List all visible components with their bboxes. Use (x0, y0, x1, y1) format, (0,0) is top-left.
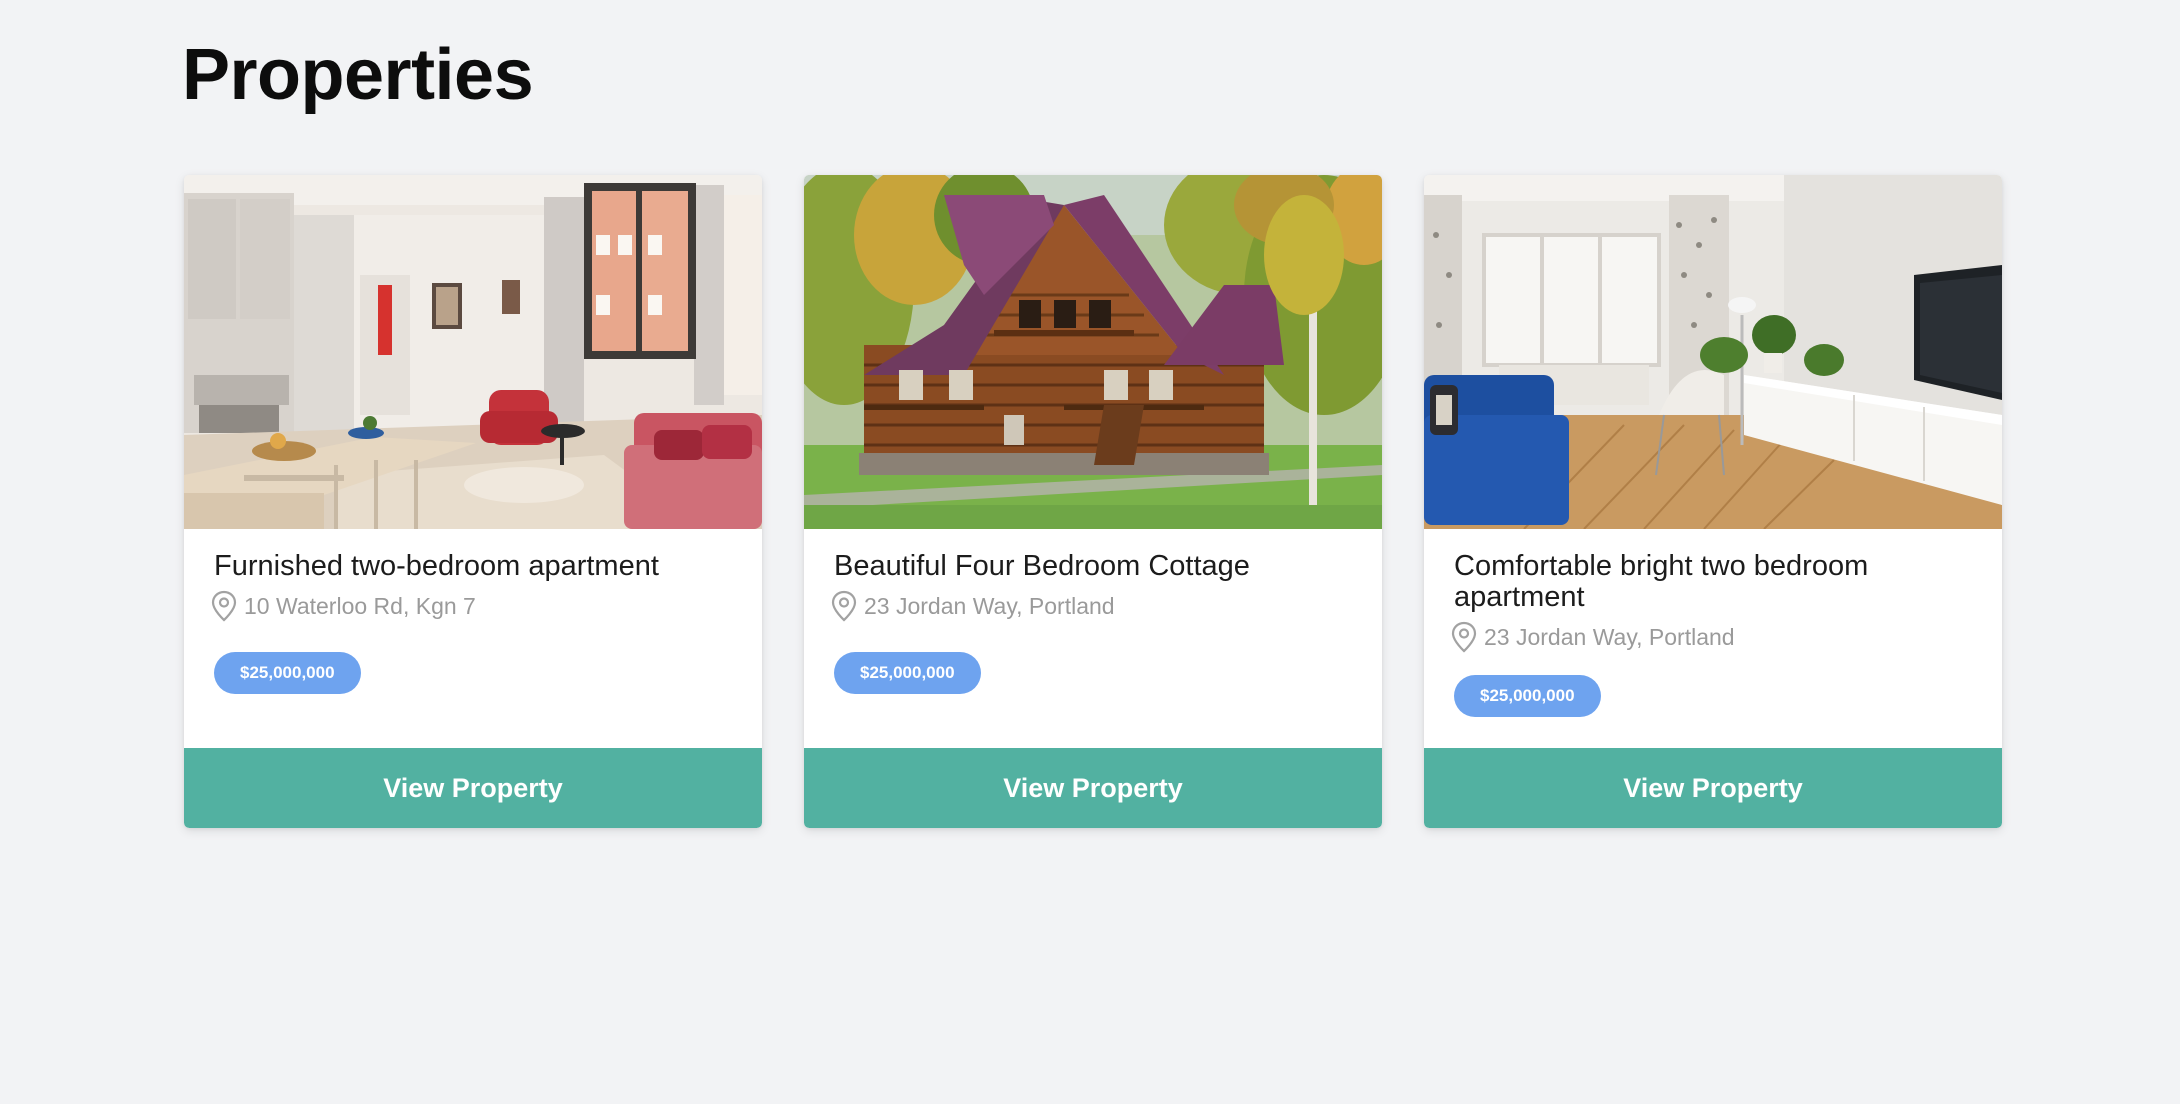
property-title: Beautiful Four Bedroom Cottage (834, 550, 1250, 582)
map-pin-icon (1450, 621, 1478, 653)
property-card: Furnished two-bedroom apartment 10 Water… (184, 175, 762, 828)
property-card-list: Furnished two-bedroom apartment 10 Water… (184, 175, 2002, 828)
property-address: 23 Jordan Way, Portland (864, 592, 1115, 619)
property-title: Furnished two-bedroom apartment (214, 550, 659, 582)
property-image-log-cottage[interactable] (804, 175, 1382, 529)
property-location: 23 Jordan Way, Portland (1451, 621, 1972, 653)
property-location: 23 Jordan Way, Portland (831, 590, 1352, 622)
map-pin-icon (210, 590, 238, 622)
property-card: Comfortable bright two bedroom apartment… (1424, 175, 2002, 828)
price-badge: $25,000,000 (1454, 675, 1601, 717)
map-pin-icon (830, 590, 858, 622)
property-image-apartment-interior[interactable] (184, 175, 762, 529)
view-property-button[interactable]: View Property (1424, 748, 2002, 828)
property-address: 10 Waterloo Rd, Kgn 7 (244, 592, 476, 619)
view-property-button[interactable]: View Property (804, 748, 1382, 828)
property-location: 10 Waterloo Rd, Kgn 7 (211, 590, 732, 622)
property-title: Comfortable bright two bedroom apartment (1454, 550, 1869, 613)
property-image-bright-living-room[interactable] (1424, 175, 2002, 529)
view-property-button[interactable]: View Property (184, 748, 762, 828)
price-badge: $25,000,000 (214, 652, 361, 694)
property-card: Beautiful Four Bedroom Cottage 23 Jordan… (804, 175, 1382, 828)
property-address: 23 Jordan Way, Portland (1484, 623, 1735, 650)
price-badge: $25,000,000 (834, 652, 981, 694)
page-title: Properties (182, 35, 534, 115)
